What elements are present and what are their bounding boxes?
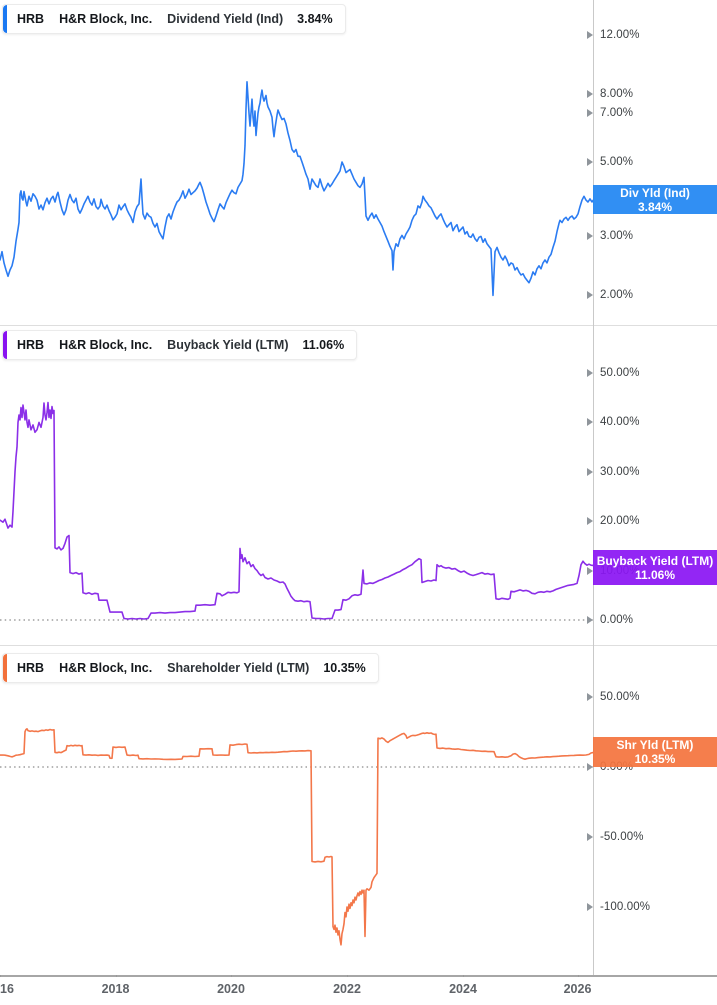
tick-arrow-icon xyxy=(587,109,593,118)
y-tick-label: 40.00% xyxy=(600,416,640,429)
y-tick-label: 20.00% xyxy=(600,515,640,528)
y-tick-label: 2.00% xyxy=(600,289,634,302)
y-tick-label: 0.00% xyxy=(600,614,634,626)
legend-accent-bar xyxy=(3,654,7,682)
x-tick-mark xyxy=(0,975,1,977)
buyback-yield-panel: 50.00%40.00%30.00%20.00%10.00%0.00% HRB … xyxy=(0,326,717,645)
buyback-yield-axis-label: Buyback Yield (LTM) 11.06% xyxy=(593,550,717,585)
y-axis-tick: 8.00% xyxy=(587,86,633,102)
y-tick-label: 7.00% xyxy=(600,107,634,120)
y-tick-label: 12.00% xyxy=(600,28,640,41)
x-tick-mark xyxy=(115,975,117,977)
tick-arrow-icon xyxy=(587,291,593,300)
shareholder-yield-axis-label: Shr Yld (LTM) 10.35% xyxy=(593,737,717,767)
y-axis-tick: 2.00% xyxy=(587,287,633,303)
shareholder-yield-y-axis: 50.00% 0.00% -50.00% -100.00% xyxy=(0,646,717,975)
y-axis-tick: 12.00% xyxy=(587,27,640,43)
tick-arrow-icon xyxy=(587,517,593,526)
x-tick-label: 2020 xyxy=(217,982,245,996)
y-axis-tick: 50.00% xyxy=(587,689,640,705)
x-tick-label: 2024 xyxy=(449,982,477,996)
company-name: H&R Block, Inc. xyxy=(59,661,153,675)
shareholder-yield-panel: 50.00% 0.00% -50.00% -100.00% HRB H&R Block… xyxy=(0,646,717,975)
panel-divider xyxy=(0,325,717,326)
dividend-yield-panel: 12.00% 8.00% 7.00% 5.00% 3.00% 2.00% HRB H&R … xyxy=(0,0,717,326)
ticker-symbol: HRB xyxy=(17,12,45,26)
x-tick-mark xyxy=(231,975,232,977)
y-axis-tick: 30.00% xyxy=(587,464,640,480)
y-tick-label: -50.00% xyxy=(600,831,644,843)
y-axis-tick: 50.00% xyxy=(587,365,640,381)
tick-arrow-icon xyxy=(587,232,593,241)
dividend-yield-axis-label: Div Yld (Ind) 3.84% xyxy=(593,185,717,214)
tick-arrow-icon xyxy=(587,89,593,98)
y-tick-label: 50.00% xyxy=(600,367,640,379)
y-axis-tick: 40.00% xyxy=(587,414,640,430)
metric-value: 11.06% xyxy=(302,338,345,352)
legend-accent-bar xyxy=(3,331,7,359)
tick-arrow-icon xyxy=(587,418,593,427)
metric-name: Shareholder Yield (LTM) xyxy=(167,661,310,675)
tick-arrow-icon xyxy=(587,369,593,377)
y-axis-tick: 0.00% xyxy=(587,612,633,628)
y-axis-tick: 20.00% xyxy=(587,513,640,529)
y-tick-label: 5.00% xyxy=(600,156,634,169)
panel-divider xyxy=(0,645,717,646)
x-tick-label: 2026 xyxy=(563,982,592,996)
tick-arrow-icon xyxy=(587,903,593,911)
tick-arrow-icon xyxy=(587,616,593,624)
x-tick-label: 2018 xyxy=(101,982,130,996)
multi-panel-yield-chart: 12.00% 8.00% 7.00% 5.00% 3.00% 2.00% HRB H&R … xyxy=(0,0,717,1005)
shareholder-yield-legend[interactable]: HRB H&R Block, Inc. Shareholder Yield (L… xyxy=(2,653,379,683)
y-axis-tick: 3.00% xyxy=(587,228,633,244)
metric-value: 10.35% xyxy=(323,661,366,675)
y-axis-tick: -50.00% xyxy=(587,829,644,845)
x-tick-mark xyxy=(577,975,579,977)
tick-arrow-icon xyxy=(587,693,593,701)
y-tick-label: 8.00% xyxy=(600,87,634,100)
dividend-yield-legend[interactable]: HRB H&R Block, Inc. Dividend Yield (Ind)… xyxy=(2,4,346,34)
buyback-yield-y-axis: 50.00%40.00%30.00%20.00%10.00%0.00% xyxy=(0,326,717,645)
tick-arrow-icon xyxy=(587,833,593,841)
dividend-yield-y-axis: 12.00% 8.00% 7.00% 5.00% 3.00% 2.00% xyxy=(0,0,717,326)
tick-arrow-icon xyxy=(587,467,593,476)
x-tick-mark xyxy=(463,975,464,977)
company-name: H&R Block, Inc. xyxy=(59,12,153,26)
tick-arrow-icon xyxy=(587,158,593,167)
ticker-symbol: HRB xyxy=(17,661,45,675)
buyback-yield-legend[interactable]: HRB H&R Block, Inc. Buyback Yield (LTM) … xyxy=(2,330,358,360)
y-tick-label: 30.00% xyxy=(600,465,640,478)
ticker-symbol: HRB xyxy=(17,338,45,352)
x-tick-label: 2016 xyxy=(0,982,14,996)
metric-name: Dividend Yield (Ind) xyxy=(167,12,284,26)
legend-accent-bar xyxy=(3,5,7,33)
metric-value: 3.84% xyxy=(297,12,333,26)
time-axis-line xyxy=(0,975,717,977)
y-axis-tick: 7.00% xyxy=(587,105,633,121)
x-tick-label: 2022 xyxy=(333,982,361,996)
y-tick-label: -100.00% xyxy=(600,901,651,913)
time-axis[interactable]: 2016 2018 2020 2022 2024 2026 xyxy=(0,975,717,1005)
metric-name: Buyback Yield (LTM) xyxy=(167,338,289,352)
x-tick-mark xyxy=(347,975,348,977)
company-name: H&R Block, Inc. xyxy=(59,338,153,352)
y-tick-label: 3.00% xyxy=(600,230,634,243)
y-tick-label: 50.00% xyxy=(600,691,640,703)
y-axis-tick: -100.00% xyxy=(587,899,650,915)
tick-arrow-icon xyxy=(587,30,593,39)
y-axis-tick: 5.00% xyxy=(587,154,633,170)
